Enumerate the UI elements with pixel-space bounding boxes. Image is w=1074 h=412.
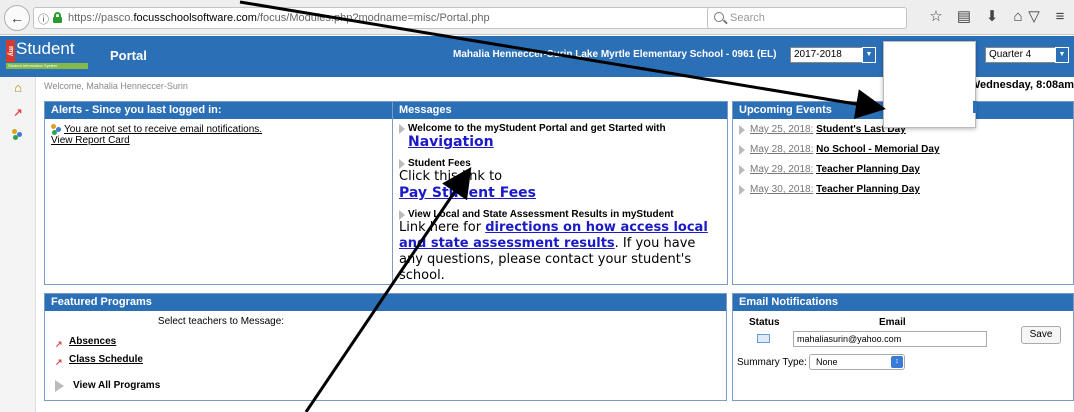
logo-my: my <box>6 40 15 62</box>
program-item[interactable]: ↗ Absences <box>51 335 720 353</box>
url-domain: focusschoolsoftware.com <box>133 12 257 24</box>
quarter-select[interactable]: Quarter 4 ▼ <box>985 47 1069 63</box>
featured-programs-panel: Featured Programs Select teachers to Mes… <box>44 293 727 401</box>
upcoming-events-panel: Upcoming Events May 25, 2018: Student's … <box>732 101 1074 285</box>
home-icon[interactable]: ⌂ <box>11 81 25 95</box>
logo-tagline: Student Information System <box>6 63 88 69</box>
url-text[interactable]: https://pasco.focusschoolsoftware.com/fo… <box>68 12 490 24</box>
email-field[interactable]: mahaliasurin@yahoo.com <box>793 331 987 347</box>
event-row[interactable]: May 28, 2018: No School - Memorial Day <box>739 144 1067 164</box>
message-item: View Local and State Assessment Results … <box>399 209 721 284</box>
people-icon[interactable] <box>11 129 25 143</box>
download-icon[interactable]: ⬇ <box>982 7 1002 27</box>
event-name[interactable]: Teacher Planning Day <box>816 164 920 175</box>
event-row[interactable]: May 29, 2018: Teacher Planning Day <box>739 164 1067 184</box>
triangle-icon <box>739 145 745 155</box>
url-bar[interactable]: ⓘ https://pasco.focusschoolsoftware.com/… <box>33 7 769 29</box>
pay-student-fees-link[interactable]: Pay Student Fees <box>399 185 721 201</box>
view-all-programs[interactable]: View All Programs <box>51 379 720 397</box>
event-name[interactable]: No School - Memorial Day <box>816 144 939 155</box>
logo-student: Student <box>16 39 75 58</box>
email-title: Email Notifications <box>733 294 1073 311</box>
url-suffix: /focus/Modules.php?modname=misc/Portal.p… <box>256 12 490 24</box>
user-school-info: Mahalia Henneccer-Surin Lake Myrtle Elem… <box>453 49 777 60</box>
message-title: Student Fees <box>408 158 471 169</box>
chart-icon: ↗ <box>55 339 63 349</box>
message-title: View Local and State Assessment Results … <box>408 209 674 220</box>
left-icon-nav: ⌂ ↗ <box>0 77 36 412</box>
summary-type-label: Summary Type: <box>737 357 807 368</box>
event-date[interactable]: May 25, 2018: <box>750 124 813 135</box>
search-icon <box>714 12 724 22</box>
select-teachers-text: Select teachers to Message: <box>157 316 285 327</box>
triangle-icon <box>55 380 64 392</box>
triangle-icon <box>399 210 405 220</box>
message-item: Student Fees Click this link to Pay Stud… <box>399 158 721 201</box>
chart-icon: ↗ <box>55 357 63 367</box>
status-header: Status <box>749 317 780 328</box>
absences-link[interactable]: Absences <box>69 336 116 347</box>
view-all-label: View All Programs <box>73 380 161 391</box>
dropdown-popup[interactable] <box>883 41 977 128</box>
triangle-icon <box>399 159 405 169</box>
lock-icon <box>53 12 62 23</box>
message-item: Welcome to the myStudent Portal and get … <box>399 123 721 150</box>
event-date[interactable]: May 28, 2018: <box>750 144 813 155</box>
summary-type-select[interactable]: None ↕ <box>809 354 905 370</box>
navigation-link[interactable]: Navigation <box>408 134 721 150</box>
chevron-updown-icon[interactable]: ↕ <box>891 356 903 368</box>
bookmark-star-icon[interactable]: ☆ <box>926 7 946 27</box>
envelope-icon[interactable] <box>757 334 770 343</box>
chevron-down-icon[interactable]: ▼ <box>862 47 876 63</box>
class-schedule-link[interactable]: Class Schedule <box>69 354 143 365</box>
selected-option-marker <box>973 101 977 113</box>
people-icon <box>51 124 62 135</box>
pocket-icon[interactable]: ▽ <box>1024 7 1044 27</box>
year-select[interactable]: 2017-2018 ▼ <box>790 47 876 63</box>
message-body: Link here for directions on how access l… <box>399 220 721 284</box>
email-header: Email <box>879 317 906 328</box>
triangle-icon <box>399 124 405 134</box>
message-body: Click this link to <box>399 169 503 184</box>
browser-toolbar: ← ⓘ https://pasco.focusschoolsoftware.co… <box>0 0 1074 35</box>
info-icon[interactable]: ⓘ <box>38 11 49 27</box>
portal-title[interactable]: Portal <box>110 48 147 63</box>
date-time: Wednesday, 8:08am <box>969 79 1074 91</box>
event-date[interactable]: May 30, 2018: <box>750 184 813 195</box>
search-placeholder: Search <box>730 12 765 24</box>
messages-title: Messages <box>393 102 727 119</box>
quarter-value: Quarter 4 <box>989 49 1032 60</box>
chevron-down-icon[interactable]: ▼ <box>1055 47 1069 63</box>
message-body-pre: Link here for <box>399 220 486 235</box>
messages-panel: Messages Welcome to the myStudent Portal… <box>392 101 728 285</box>
programs-title: Featured Programs <box>45 294 726 311</box>
reading-list-icon[interactable]: ▤ <box>954 7 974 27</box>
email-notification-link[interactable]: You are not set to receive email notific… <box>64 124 262 135</box>
year-value: 2017-2018 <box>794 49 842 60</box>
search-input[interactable]: Search <box>707 7 907 29</box>
url-prefix: https://pasco. <box>68 12 134 24</box>
back-arrow-icon[interactable]: ← <box>4 5 30 31</box>
message-title: Welcome to the myStudent Portal and get … <box>408 123 666 134</box>
triangle-icon <box>739 185 745 195</box>
event-name[interactable]: Teacher Planning Day <box>816 184 920 195</box>
triangle-icon <box>739 125 745 135</box>
email-notifications-panel: Email Notifications Status Email mahalia… <box>732 293 1074 401</box>
view-report-card-link[interactable]: View Report Card <box>51 135 130 146</box>
program-item[interactable]: ↗ Class Schedule <box>51 353 720 371</box>
summary-type-value: None <box>816 357 838 367</box>
chart-icon[interactable]: ↗ <box>11 106 25 120</box>
event-date[interactable]: May 29, 2018: <box>750 164 813 175</box>
save-button[interactable]: Save <box>1021 326 1061 344</box>
triangle-icon <box>739 165 745 175</box>
welcome-text: Welcome, Mahalia Henneccer-Surin <box>44 81 188 91</box>
menu-icon[interactable]: ≡ <box>1050 7 1070 27</box>
event-row[interactable]: May 30, 2018: Teacher Planning Day <box>739 184 1067 204</box>
